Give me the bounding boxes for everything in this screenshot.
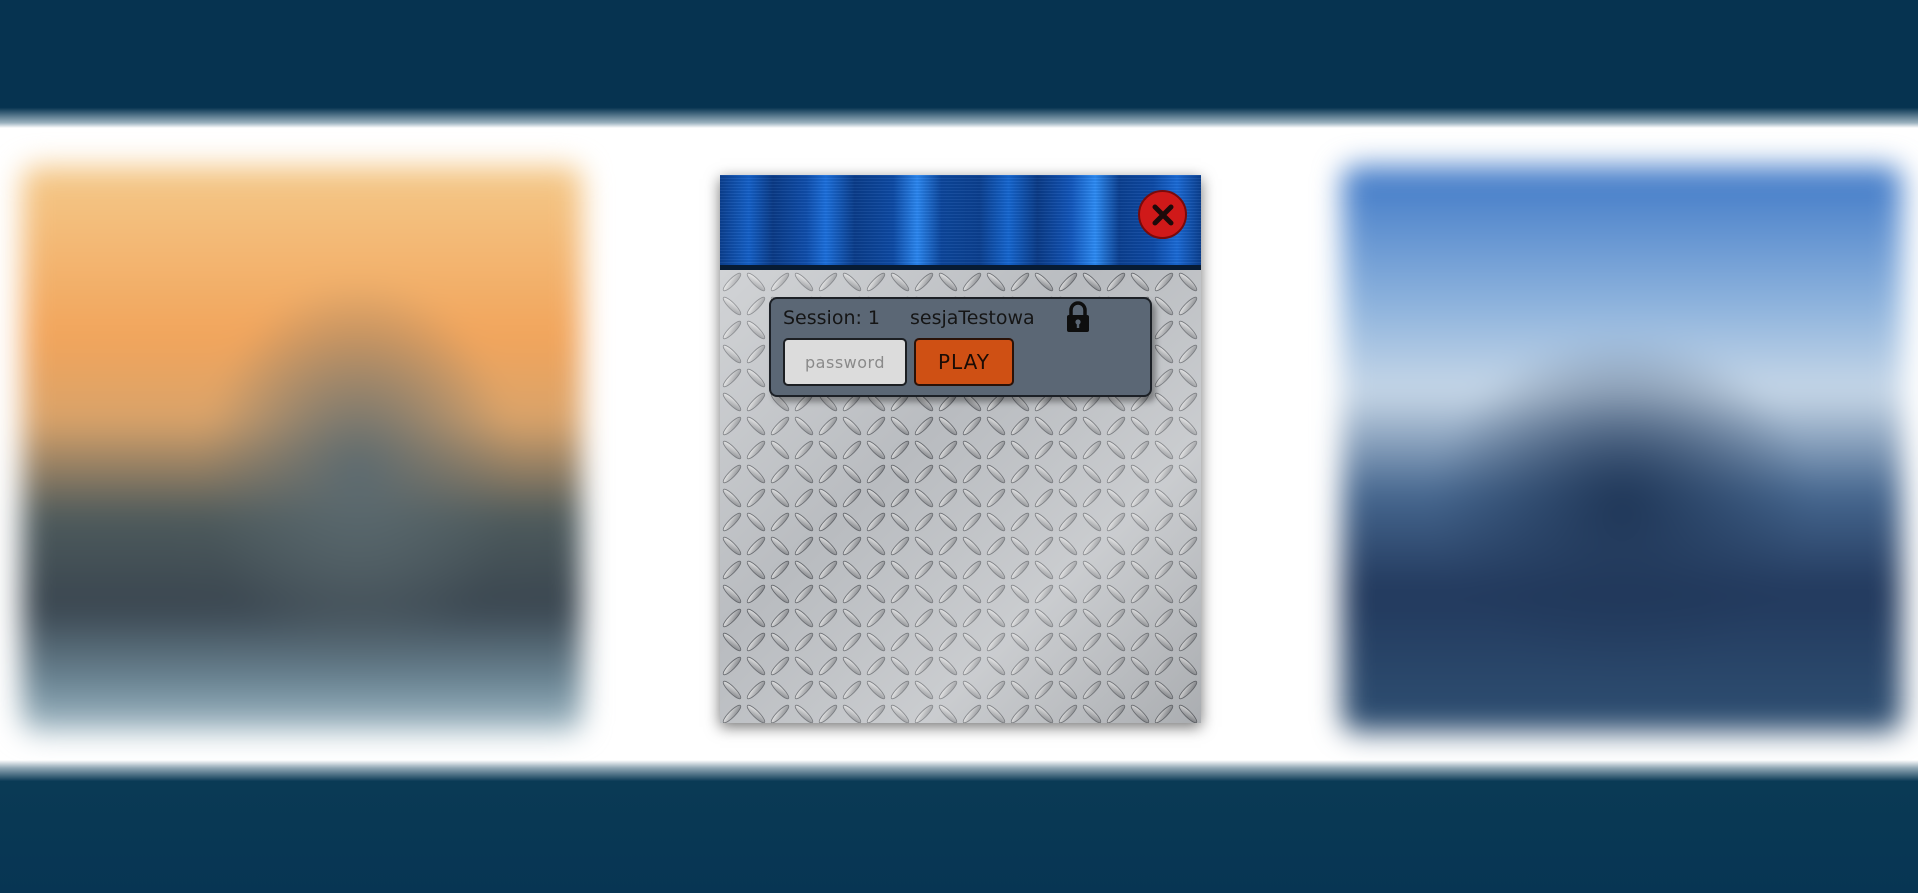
session-item: Session: 1 sesjaTestowa PLAY	[769, 297, 1152, 397]
blurred-ship-card-right	[1342, 166, 1902, 732]
session-modal: Session: 1 sesjaTestowa PLAY	[720, 175, 1201, 723]
close-button[interactable]	[1138, 190, 1187, 239]
password-input[interactable]	[783, 338, 907, 386]
lock-icon	[1067, 301, 1089, 332]
background-bottom-band	[0, 760, 1918, 893]
blurred-ship-card-left	[22, 166, 582, 732]
session-name: sesjaTestowa	[910, 307, 1035, 329]
play-button[interactable]: PLAY	[914, 338, 1014, 386]
close-icon	[1152, 204, 1173, 225]
modal-body: Session: 1 sesjaTestowa PLAY	[720, 270, 1201, 723]
background-top-band	[0, 0, 1918, 128]
modal-header	[720, 175, 1201, 270]
session-number-label: Session: 1	[783, 307, 881, 329]
